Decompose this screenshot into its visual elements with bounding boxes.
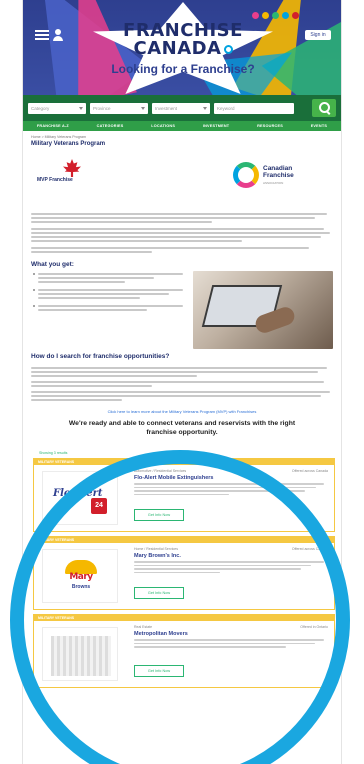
laptop-photo xyxy=(193,271,333,349)
mvp-logo: MVP Franchise xyxy=(37,159,121,189)
hero-banner: FRANCHISE CANADA Looking for a Franchise… xyxy=(23,0,341,95)
breadcrumb[interactable]: Home > Military Veterans Program xyxy=(23,131,341,139)
listing-description xyxy=(134,639,324,650)
listing-name[interactable]: Mary Brown's Inc. xyxy=(134,553,181,559)
flo-alert-badge: 24 xyxy=(91,498,107,514)
how-paragraph-2 xyxy=(23,381,341,387)
listing-name[interactable]: Flo-Alert Mobile Extinguishers xyxy=(134,475,213,481)
chevron-down-icon xyxy=(203,106,207,110)
listing-location: Offered across Canada xyxy=(291,469,328,473)
social-instagram-icon[interactable] xyxy=(252,12,259,19)
mvp-learn-more-link[interactable]: Click here to learn more about the Milit… xyxy=(23,409,341,414)
intro-paragraph-3 xyxy=(23,247,341,253)
listing-location: Offered in Ontario xyxy=(300,625,328,629)
get-info-button[interactable]: Get Info Now xyxy=(134,587,184,599)
how-paragraph-3 xyxy=(23,391,341,401)
franchise-listing[interactable]: MILITARY VETERANS Real Estate Offered in… xyxy=(33,614,335,688)
partner-logos: MVP Franchise Canadian Franchise ASSOCIAT… xyxy=(23,147,341,209)
social-twitter-icon[interactable] xyxy=(272,12,279,19)
cfa-logo-text: Canadian Franchise xyxy=(263,165,294,179)
listing-location: Offered across Canada xyxy=(291,547,328,551)
mvp-logo-text: MVP Franchise xyxy=(37,177,73,183)
results-count: Showing 3 results xyxy=(39,451,68,455)
cfa-logo: Canadian Franchise ASSOCIATION xyxy=(233,162,333,192)
nav-item-categories[interactable]: CATEGORIES xyxy=(97,124,124,128)
social-links xyxy=(252,12,299,19)
cfa-logo-sub: ASSOCIATION xyxy=(263,181,284,185)
chevron-down-icon xyxy=(141,106,145,110)
franchise-logo[interactable] xyxy=(42,627,118,681)
nav-item-a-z[interactable]: FRANCHISE A-Z xyxy=(37,124,69,128)
what-you-get-section xyxy=(23,271,341,349)
list-item xyxy=(33,273,183,285)
maple-leaf-icon xyxy=(63,159,81,177)
nav-item-locations[interactable]: LOCATIONS xyxy=(151,124,175,128)
intro-paragraph-1 xyxy=(23,213,341,223)
page: FRANCHISE CANADA Looking for a Franchise… xyxy=(22,0,342,764)
listing-description xyxy=(134,483,324,497)
nav-item-investment[interactable]: INVESTMENT xyxy=(203,124,229,128)
listing-description xyxy=(134,561,324,575)
sign-in-button[interactable]: Sign in xyxy=(305,30,331,40)
investment-select[interactable]: Investment xyxy=(152,102,210,114)
hero-tagline: Looking for a Franchise? xyxy=(111,62,255,76)
social-linkedin-icon[interactable] xyxy=(282,12,289,19)
page-title: Military Veterans Program xyxy=(31,141,106,147)
listing-category: Automotive / Residential Services xyxy=(134,469,187,473)
metropolitan-photo xyxy=(51,636,111,676)
list-item xyxy=(33,289,183,301)
franchise-logo[interactable]: Mary Browns xyxy=(42,549,118,603)
get-info-button[interactable]: Get Info Now xyxy=(134,665,184,677)
keyword-input[interactable]: Keyword xyxy=(214,102,294,114)
cfa-mark-icon xyxy=(233,162,259,188)
mary-browns-logo: Mary Browns xyxy=(59,560,103,596)
brand-mark-icon xyxy=(223,44,233,54)
nav-item-resources[interactable]: RESOURCES xyxy=(257,124,283,128)
franchise-listing[interactable]: MILITARY VETERANS Mary Browns Home / Res… xyxy=(33,536,335,610)
listing-name[interactable]: Metropolitan Movers xyxy=(134,631,188,637)
social-youtube-icon[interactable] xyxy=(292,12,299,19)
category-nav: FRANCHISE A-Z CATEGORIES LOCATIONS INVES… xyxy=(23,121,341,131)
benefits-list xyxy=(33,273,183,317)
social-facebook-icon[interactable] xyxy=(262,12,269,19)
nav-item-events[interactable]: EVENTS xyxy=(311,124,327,128)
listing-category: Home / Residential Services xyxy=(134,547,178,551)
search-bar: Category Province Investment Keyword xyxy=(23,95,341,121)
how-paragraph-1 xyxy=(23,367,341,377)
intro-paragraph-2 xyxy=(23,228,341,242)
search-button[interactable] xyxy=(312,99,336,117)
cta-heading: We're ready and able to connect veterans… xyxy=(68,420,296,436)
province-select[interactable]: Province xyxy=(90,102,148,114)
chevron-down-icon xyxy=(79,106,83,110)
list-item xyxy=(33,305,183,313)
category-select[interactable]: Category xyxy=(28,102,86,114)
get-info-button[interactable]: Get Info Now xyxy=(134,509,184,521)
franchise-logo[interactable]: Flo-Alert 24 xyxy=(42,471,118,525)
brand-line-2: CANADA xyxy=(23,38,341,59)
what-you-get-heading: What you get: xyxy=(31,261,74,268)
listing-category: Real Estate xyxy=(134,625,153,629)
franchise-listing[interactable]: MILITARY VETERANS Flo-Alert 24 Automotiv… xyxy=(33,458,335,532)
